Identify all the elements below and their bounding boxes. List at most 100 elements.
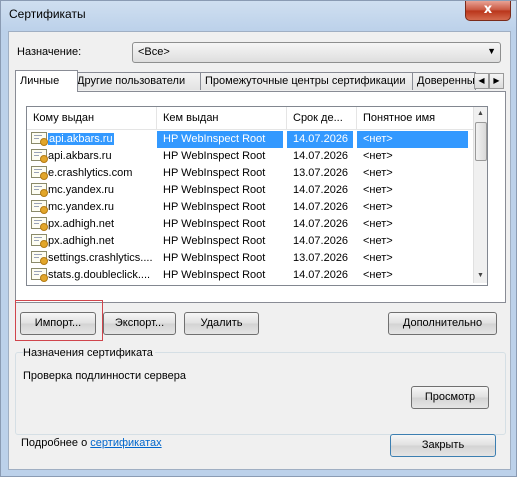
cell-issued-to: api.akbars.ru bbox=[27, 148, 153, 165]
column-header-issued-by[interactable]: Кем выдан bbox=[157, 107, 287, 129]
close-button[interactable]: Закрыть bbox=[390, 434, 496, 457]
cell-friendly-name: <нет> bbox=[363, 184, 393, 196]
certificate-icon bbox=[31, 148, 48, 163]
column-header-expiration[interactable]: Срок де... bbox=[287, 107, 357, 129]
certificate-icon bbox=[31, 216, 48, 231]
cell-issued-to: mc.yandex.ru bbox=[27, 182, 153, 199]
list-item[interactable]: stats.g.doubleclick.... HP WebInspect Roo… bbox=[27, 267, 474, 284]
cell-issued-to: api.akbars.ru bbox=[27, 131, 153, 148]
issued-to-text: settings.crashlytics.... bbox=[48, 252, 153, 264]
certificates-dialog: Сертификаты x Назначение: <Все> ▼ Личные… bbox=[0, 0, 517, 477]
list-item[interactable]: px.adhigh.net HP WebInspect Root 14.07.202… bbox=[27, 216, 474, 233]
issued-to-text: stats.g.doubleclick.... bbox=[48, 269, 151, 281]
import-button[interactable]: Импорт... bbox=[20, 312, 96, 335]
issued-to-text: px.adhigh.net bbox=[48, 235, 115, 247]
certificate-icon bbox=[31, 250, 48, 265]
cell-friendly-name: <нет> bbox=[363, 201, 393, 213]
tab-label: Промежуточные центры сертификации bbox=[205, 75, 406, 87]
learn-more-prefix: Подробнее о bbox=[21, 437, 91, 449]
cell-issued-by: HP WebInspect Root bbox=[163, 235, 266, 247]
cell-issued-to: settings.crashlytics.... bbox=[27, 250, 153, 267]
cell-expiration: 14.07.2026 bbox=[293, 269, 349, 281]
tab-label: Доверенные bbox=[417, 75, 476, 87]
tab-intermediate-ca[interactable]: Промежуточные центры сертификации bbox=[200, 72, 414, 90]
list-header: Кому выдан Кем выдан Срок де... Понятное… bbox=[27, 107, 475, 130]
issued-to-text: api.akbars.ru bbox=[48, 133, 114, 145]
close-window-button[interactable]: x bbox=[465, 1, 511, 21]
cell-expiration: 14.07.2026 bbox=[293, 150, 349, 162]
list-item[interactable]: settings.crashlytics.... HP WebInspect Ro… bbox=[27, 250, 474, 267]
view-button[interactable]: Просмотр bbox=[411, 386, 489, 409]
cell-issued-to: mc.yandex.ru bbox=[27, 199, 153, 216]
cell-issued-by: HP WebInspect Root bbox=[157, 131, 283, 148]
tab-label: Личные bbox=[20, 75, 60, 87]
tab-trusted[interactable]: Доверенные bbox=[412, 72, 476, 90]
scroll-up-icon[interactable]: ▲ bbox=[474, 107, 487, 121]
cell-friendly-name: <нет> bbox=[357, 131, 468, 148]
issued-to-text: api.akbars.ru bbox=[48, 150, 112, 162]
issued-to-text: mc.yandex.ru bbox=[48, 201, 115, 213]
cell-issued-by: HP WebInspect Root bbox=[163, 184, 266, 196]
scrollbar-thumb[interactable] bbox=[475, 122, 487, 161]
purpose-label: Назначение: bbox=[17, 46, 82, 58]
cell-issued-by: HP WebInspect Root bbox=[163, 150, 266, 162]
cell-issued-by: HP WebInspect Root bbox=[163, 201, 266, 213]
tab-scroll-left-icon[interactable]: ◀ bbox=[474, 73, 489, 89]
export-button[interactable]: Экспорт... bbox=[103, 312, 176, 335]
certificate-icon bbox=[31, 233, 48, 248]
cell-issued-by: HP WebInspect Root bbox=[163, 269, 266, 281]
list-item[interactable]: e.crashlytics.com HP WebInspect Root 13.07… bbox=[27, 165, 474, 182]
certificates-help-link[interactable]: сертификатах bbox=[90, 437, 161, 449]
purpose-select[interactable]: <Все> ▼ bbox=[132, 42, 501, 63]
certificate-list[interactable]: Кому выдан Кем выдан Срок де... Понятное… bbox=[26, 106, 488, 286]
cell-issued-to: px.adhigh.net bbox=[27, 233, 153, 250]
list-item[interactable]: px.adhigh.net HP WebInspect Root 14.07.202… bbox=[27, 233, 474, 250]
cell-issued-by: HP WebInspect Root bbox=[163, 167, 266, 179]
issued-to-text: mc.yandex.ru bbox=[48, 184, 115, 196]
cell-issued-by: HP WebInspect Root bbox=[163, 252, 266, 264]
certificate-icon bbox=[31, 182, 48, 197]
issued-to-text: e.crashlytics.com bbox=[48, 167, 133, 179]
cell-friendly-name: <нет> bbox=[363, 269, 393, 281]
tab-label: Другие пользователи bbox=[77, 75, 186, 87]
cell-friendly-name: <нет> bbox=[363, 235, 393, 247]
cell-expiration: 14.07.2026 bbox=[293, 235, 349, 247]
cell-friendly-name: <нет> bbox=[363, 167, 393, 179]
purposes-value: Проверка подлинности сервера bbox=[23, 370, 186, 382]
certificate-icon bbox=[31, 199, 48, 214]
scroll-down-icon[interactable]: ▼ bbox=[474, 269, 487, 283]
learn-more-text: Подробнее о сертификатах bbox=[21, 437, 162, 449]
cell-expiration: 14.07.2026 bbox=[293, 218, 349, 230]
cell-expiration: 13.07.2026 bbox=[293, 252, 349, 264]
cell-issued-to: stats.g.doubleclick.... bbox=[27, 267, 153, 284]
cell-friendly-name: <нет> bbox=[363, 150, 393, 162]
certificate-icon bbox=[31, 267, 48, 282]
cell-friendly-name: <нет> bbox=[363, 252, 393, 264]
cell-expiration: 14.07.2026 bbox=[287, 131, 353, 148]
cell-expiration: 13.07.2026 bbox=[293, 167, 349, 179]
purpose-select-value: <Все> bbox=[138, 46, 170, 58]
tab-other-people[interactable]: Другие пользователи bbox=[72, 72, 202, 90]
cell-issued-to: e.crashlytics.com bbox=[27, 165, 153, 182]
purposes-group-title: Назначения сертификата bbox=[23, 347, 155, 359]
dialog-body: Назначение: <Все> ▼ Личные Другие пользо… bbox=[8, 31, 511, 470]
chevron-down-icon: ▼ bbox=[487, 46, 496, 56]
title-bar[interactable]: Сертификаты x bbox=[1, 1, 516, 29]
delete-button[interactable]: Удалить bbox=[184, 312, 259, 335]
list-item[interactable]: api.akbars.ru HP WebInspect Root 14.07.202… bbox=[27, 148, 474, 165]
certificate-icon bbox=[31, 165, 48, 180]
list-item[interactable]: mc.yandex.ru HP WebInspect Root 14.07.2026… bbox=[27, 182, 474, 199]
column-header-issued-to[interactable]: Кому выдан bbox=[27, 107, 157, 129]
issued-to-text: px.adhigh.net bbox=[48, 218, 115, 230]
vertical-scrollbar[interactable]: ▲ ▼ bbox=[473, 107, 487, 283]
list-item[interactable]: mc.yandex.ru HP WebInspect Root 14.07.2026… bbox=[27, 199, 474, 216]
cell-issued-to: px.adhigh.net bbox=[27, 216, 153, 233]
column-header-friendly-name[interactable]: Понятное имя bbox=[357, 107, 475, 129]
tab-strip: Личные Другие пользователи Промежуточные… bbox=[15, 70, 505, 92]
advanced-button[interactable]: Дополнительно bbox=[388, 312, 497, 335]
cell-issued-by: HP WebInspect Root bbox=[163, 218, 266, 230]
tab-scroll-right-icon[interactable]: ▶ bbox=[489, 73, 504, 89]
tab-personal[interactable]: Личные bbox=[15, 70, 78, 92]
list-item[interactable]: api.akbars.ru HP WebInspect Root 14.07.202… bbox=[27, 131, 474, 148]
cell-friendly-name: <нет> bbox=[363, 218, 393, 230]
